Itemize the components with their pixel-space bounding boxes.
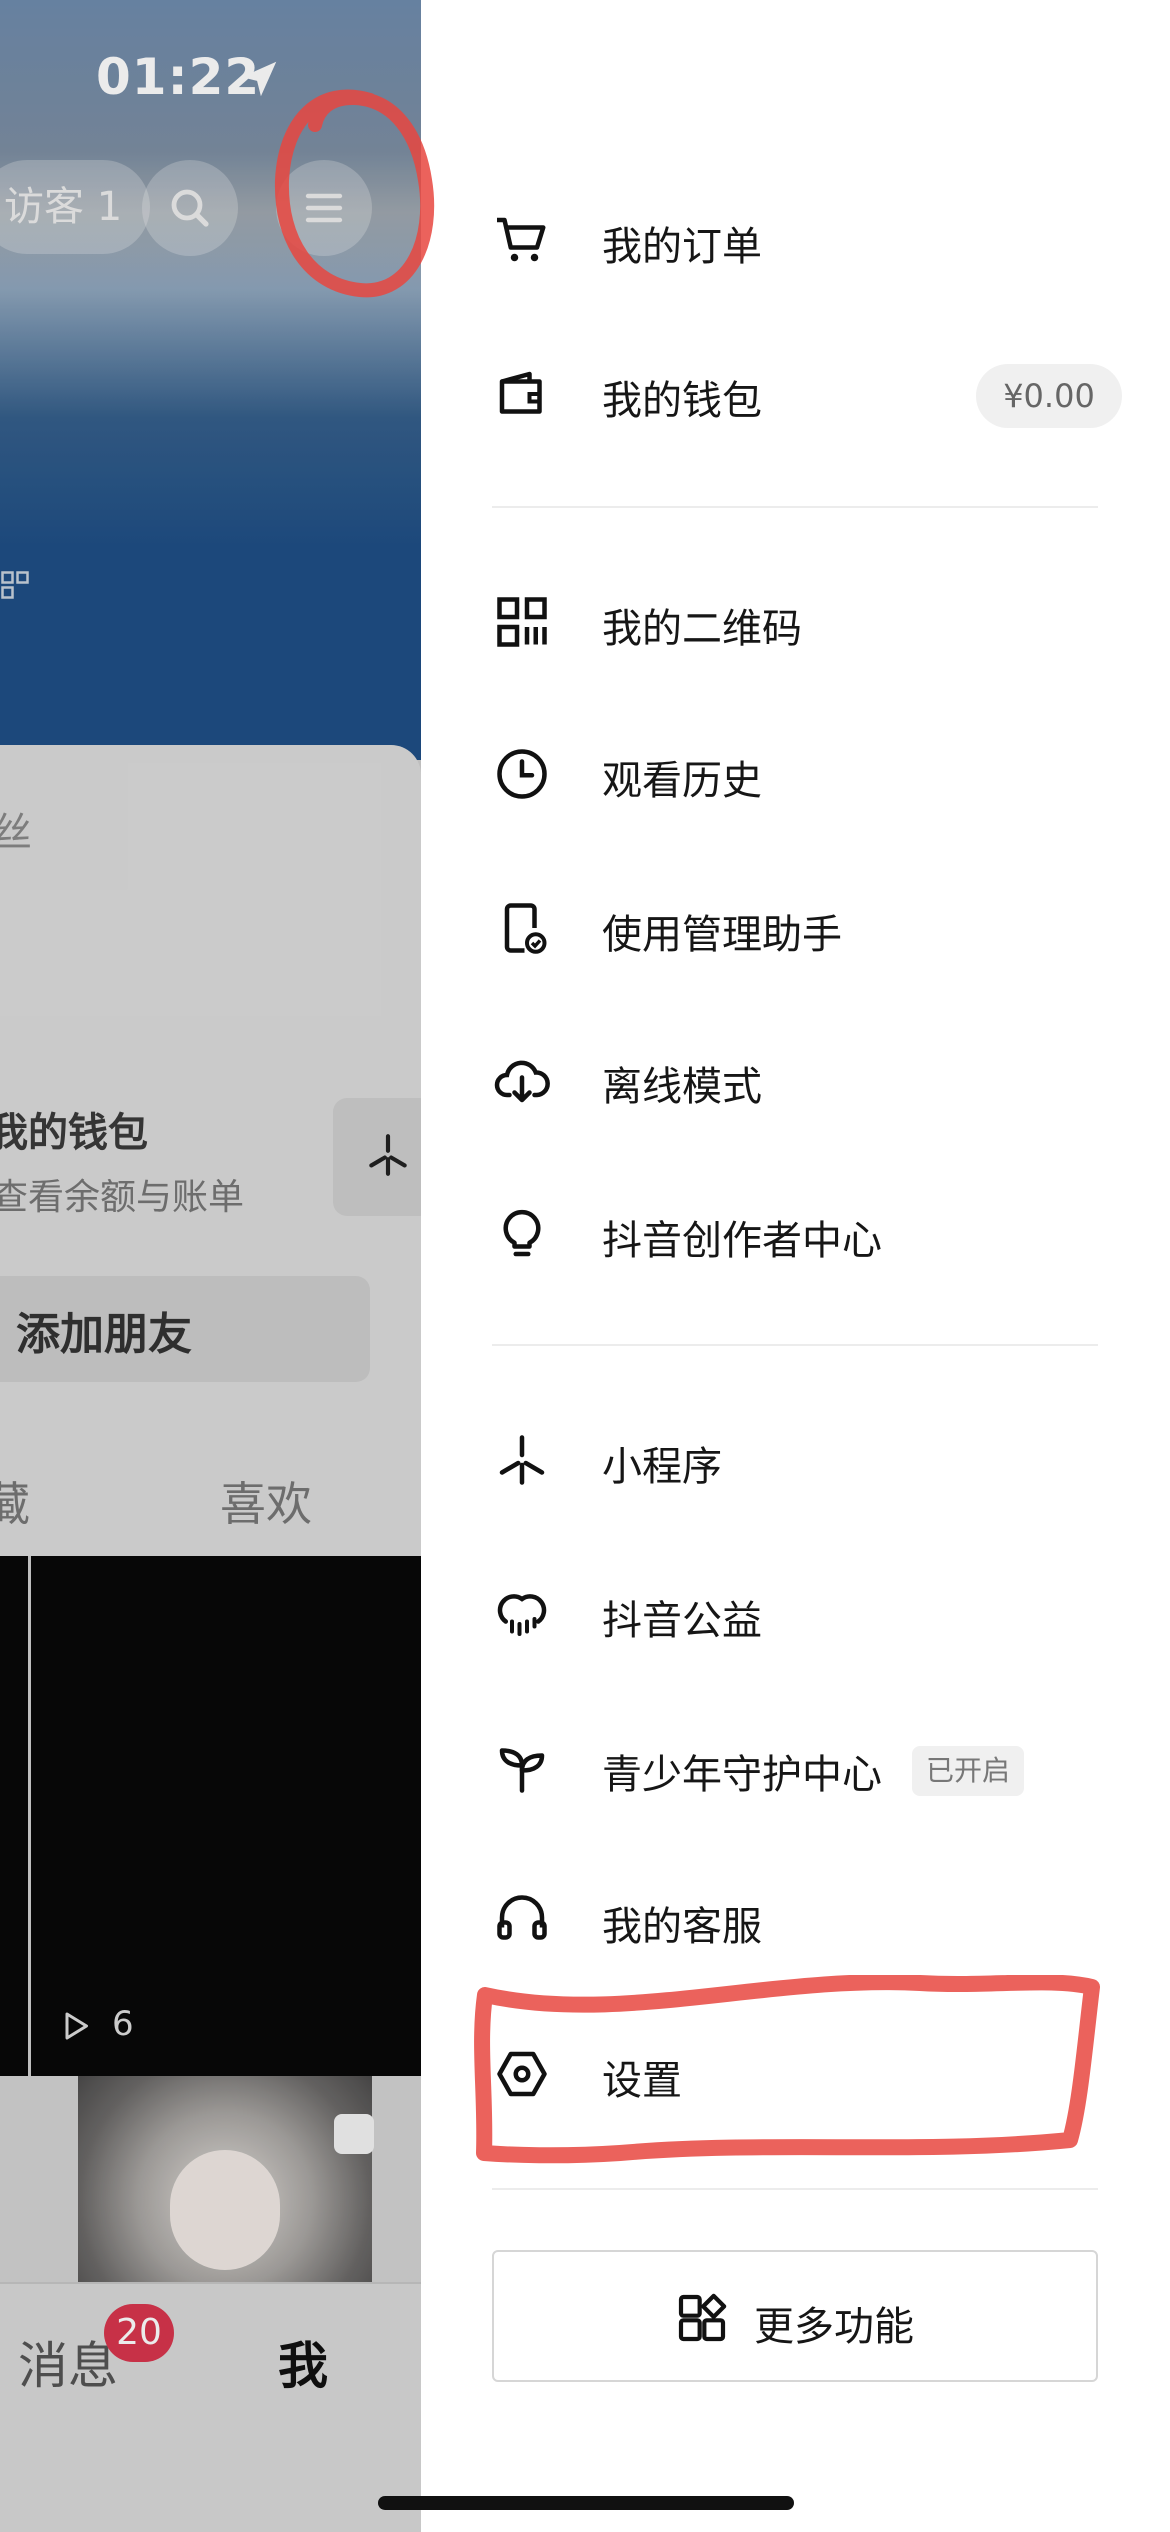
- home-indicator: [378, 2496, 794, 2510]
- menu-item-label: 抖音创作者中心: [602, 1218, 882, 1264]
- asterisk-icon: [499, 1435, 545, 1485]
- menu-item-watch-history[interactable]: 观看历史: [492, 714, 1092, 834]
- wallet-balance-badge: ¥0.00: [976, 364, 1122, 428]
- menu-item-label: 我的钱包: [602, 378, 762, 424]
- cloud-download-icon: [494, 1060, 550, 1103]
- profile-page-background: 01:22 访客 1 丝 我的钱包 查看余额与账单 添加朋友 藏 喜欢 6 消息…: [0, 0, 421, 2532]
- menu-item-offline-mode[interactable]: 离线模式: [492, 1020, 1092, 1140]
- qr-code-icon: [497, 597, 547, 647]
- menu-item-creator-center[interactable]: 抖音创作者中心: [492, 1174, 1092, 1294]
- menu-item-settings[interactable]: 设置: [492, 2014, 1092, 2134]
- drawer-divider: [492, 506, 1098, 508]
- menu-item-qr-code[interactable]: 我的二维码: [492, 562, 1092, 682]
- menu-item-label: 小程序: [602, 1444, 722, 1490]
- menu-item-label: 抖音公益: [602, 1598, 762, 1644]
- lightbulb-icon: [503, 1209, 541, 1257]
- hexagon-settings-icon: [497, 2051, 547, 2097]
- drawer-divider: [492, 2188, 1098, 2190]
- more-features-button[interactable]: 更多功能: [492, 2250, 1098, 2382]
- menu-item-usage-manager[interactable]: 使用管理助手: [492, 868, 1092, 988]
- clock-icon: [497, 749, 547, 799]
- more-features-label: 更多功能: [754, 2304, 914, 2350]
- menu-item-label: 我的二维码: [602, 606, 802, 652]
- menu-item-charity[interactable]: 抖音公益: [492, 1554, 1092, 1674]
- grid-plus-icon: [678, 2293, 727, 2342]
- menu-item-label: 观看历史: [602, 758, 762, 804]
- youth-mode-status-tag: 已开启: [912, 1746, 1025, 1796]
- menu-item-label: 使用管理助手: [602, 912, 842, 958]
- drawer-divider: [492, 1344, 1098, 1346]
- overlay-dim[interactable]: [0, 0, 421, 2532]
- heart-rain-icon: [497, 1594, 547, 1636]
- menu-item-label: 青少年守护中心: [602, 1752, 882, 1798]
- menu-item-label: 离线模式: [602, 1064, 762, 1110]
- menu-item-label: 我的客服: [602, 1904, 762, 1950]
- menu-item-label: 设置: [602, 2058, 682, 2104]
- headset-icon: [497, 1895, 547, 1940]
- cart-icon: [497, 217, 546, 262]
- phone-check-icon: [504, 903, 547, 954]
- menu-item-label: 我的订单: [602, 224, 762, 270]
- menu-item-orders[interactable]: 我的订单: [492, 180, 1092, 300]
- menu-item-customer-service[interactable]: 我的客服: [492, 1860, 1092, 1980]
- wallet-icon: [499, 371, 542, 414]
- sprout-icon: [499, 1748, 545, 1793]
- menu-item-mini-programs[interactable]: 小程序: [492, 1400, 1092, 1520]
